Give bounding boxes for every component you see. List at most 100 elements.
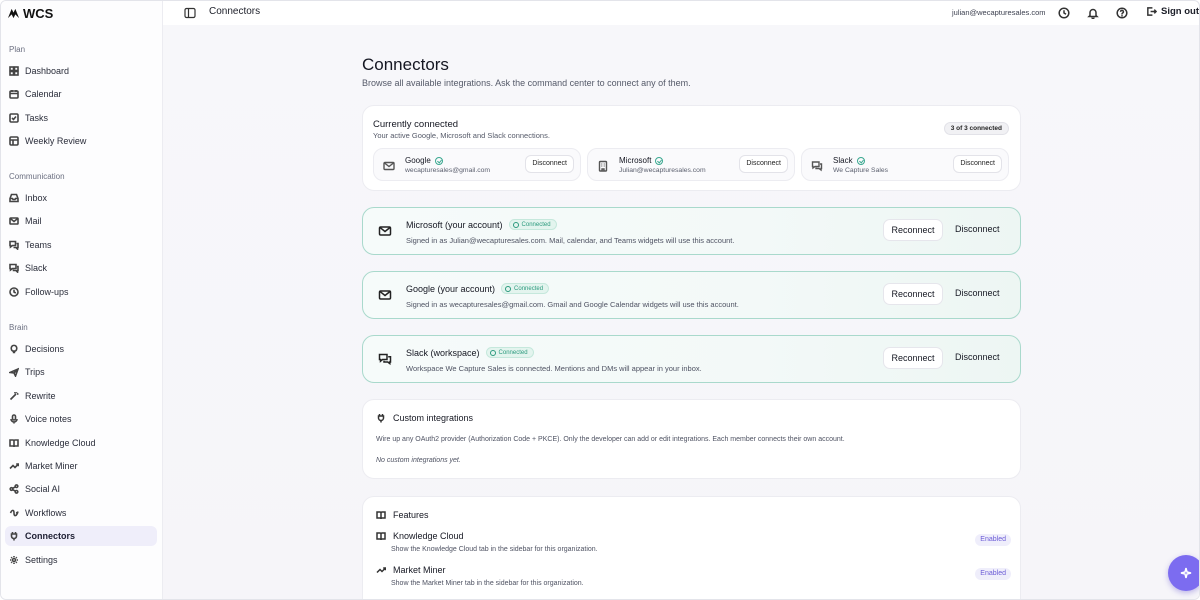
mail-icon [378,224,392,238]
connection-name: Google [405,156,431,165]
sidebar-item-weekly-review[interactable]: Weekly Review [5,131,157,151]
sidebar-item-teams[interactable]: Teams [5,235,157,255]
book-icon [376,532,386,541]
sidebar-item-social-ai[interactable]: Social AI [5,479,157,499]
sidebar-item-workflows[interactable]: Workflows [5,503,157,523]
bell-icon[interactable] [1087,6,1099,20]
account-name: Slack (workspace) [406,347,480,358]
sidebar-item-calendar[interactable]: Calendar [5,84,157,104]
connected-badge-label: Connected [514,285,544,292]
help-icon[interactable] [1116,6,1128,19]
account-card-microsoft: Microsoft (your account) Connected Signed… [362,207,1021,255]
currently-connected-card: Currently connected Your active Google, … [362,105,1021,191]
check-circle-icon [434,156,443,165]
account-card-google: Google (your account) Connected Signed in… [362,271,1021,319]
logo[interactable]: WCS [7,5,53,21]
sidebar-item-label: Rewrite [25,390,56,401]
connection-detail: Julian@wecapturesales.com [619,167,706,174]
sidebar-item-knowledge-cloud[interactable]: Knowledge Cloud [5,433,157,453]
wand-icon [9,391,19,400]
sidebar-item-market-miner[interactable]: Market Miner [5,456,157,476]
sidebar-item-label: Slack [25,263,48,274]
workflow-icon [9,509,19,517]
custom-integrations-empty: No custom integrations yet. [376,457,461,464]
sidebar-item-label: Connectors [25,531,76,542]
sign-out-label: Sign out [1161,6,1199,17]
connection-detail: wecapturesales@gmail.com [405,167,491,174]
connected-badge: Connected [485,347,534,358]
sidebar-item-label: Workflows [25,507,67,518]
custom-integrations-title: Custom integrations [393,413,474,423]
custom-integrations-description: Wire up any OAuth2 provider (Authorizati… [376,436,845,443]
follow-ups-icon [9,286,19,297]
sign-out-button[interactable]: Sign out [1146,6,1199,17]
disconnect-slack-button[interactable]: Disconnect [953,155,1002,173]
plug-icon [377,414,385,423]
weekly-review-icon [9,136,19,146]
user-email: julian@wecapturesales.com [952,8,1046,17]
disconnect-google-button[interactable]: Disconnect [525,155,574,173]
sidebar-item-dashboard[interactable]: Dashboard [5,61,157,81]
reconnect-google-button[interactable]: Reconnect [883,283,943,305]
mail-icon [9,217,19,226]
sparkle-icon [1180,567,1192,579]
history-icon[interactable] [1058,6,1070,19]
sidebar-item-label: Tasks [25,112,49,123]
mail-icon [378,288,392,302]
main-content: Connectors Browse all available integrat… [163,25,1199,599]
sidebar-item-label: Market Miner [25,461,78,471]
sidebar-item-inbox[interactable]: Inbox [5,188,157,208]
sidebar-section-label: Plan [9,45,26,54]
topbar: Connectors julian@wecapturesales.com Sig… [163,1,1199,25]
sidebar-item-label: Knowledge Cloud [25,437,96,448]
sidebar-item-slack[interactable]: Slack [5,258,157,278]
connection-tile-slack: Slack We Capture Sales Disconnect [801,148,1009,181]
assistant-fab-button[interactable] [1168,555,1199,591]
sidebar-item-mail[interactable]: Mail [5,211,157,231]
dashboard-icon [9,66,19,76]
sidebar-item-follow-ups[interactable]: Follow-ups [5,282,157,302]
account-name: Google (your account) [406,283,496,294]
book-icon [9,438,19,447]
disconnect-microsoft-button[interactable]: Disconnect [739,155,788,173]
inbox-icon [9,193,19,203]
account-name: Microsoft (your account) [406,219,503,230]
mail-icon [383,159,395,171]
sidebar-item-label: Trips [25,367,45,378]
disconnect-google-account-button[interactable]: Disconnect [955,288,1000,298]
feature-status-badge[interactable]: Enabled [975,568,1011,580]
feature-status-badge[interactable]: Enabled [975,534,1011,546]
sidebar-item-connectors[interactable]: Connectors [5,526,157,547]
app-window: WCS Plan Dashboard Calendar Tasks Weekly Rev… [0,0,1200,600]
feature-row-market-miner: Market Miner Show the Market Miner tab i… [376,565,1011,595]
plane-icon [9,368,19,378]
sidebar-item-trips[interactable]: Trips [5,362,157,382]
feature-row-knowledge-cloud: Knowledge Cloud Show the Knowledge Cloud… [376,531,1011,561]
disconnect-slack-account-button[interactable]: Disconnect [955,352,1000,362]
account-detail: Signed in as wecapturesales@gmail.com. G… [406,300,739,309]
tasks-icon [9,112,19,123]
sidebar-toggle-icon[interactable] [184,6,196,19]
reconnect-microsoft-button[interactable]: Reconnect [883,219,943,241]
sidebar-item-rewrite[interactable]: Rewrite [5,386,157,406]
trend-icon [376,567,386,574]
page-title: Connectors [362,55,449,74]
sidebar-item-tasks[interactable]: Tasks [5,108,157,128]
connection-tile-google: Google wecapturesales@gmail.com Disconne… [373,148,581,181]
chat-icon [811,159,823,172]
disconnect-microsoft-account-button[interactable]: Disconnect [955,224,1000,234]
connection-name: Slack [833,156,853,165]
sidebar-section-label: Brain [9,323,28,332]
connection-count-badge: 3 of 3 connected [943,122,1009,135]
features-card: Features Knowledge Cloud Show the Knowle… [362,496,1021,599]
feature-description: Show the Knowledge Cloud tab in the side… [391,546,598,553]
sign-out-icon [1147,7,1157,16]
page-subtitle: Browse all available integrations. Ask t… [362,78,691,88]
check-circle-icon [512,221,519,228]
reconnect-slack-button[interactable]: Reconnect [883,347,943,369]
sidebar-item-voice-notes[interactable]: Voice notes [5,409,157,429]
sidebar-item-settings[interactable]: Settings [5,550,157,570]
logo-icon [7,8,20,18]
sidebar-item-decisions[interactable]: Decisions [5,339,157,359]
chat-icon [378,352,392,366]
